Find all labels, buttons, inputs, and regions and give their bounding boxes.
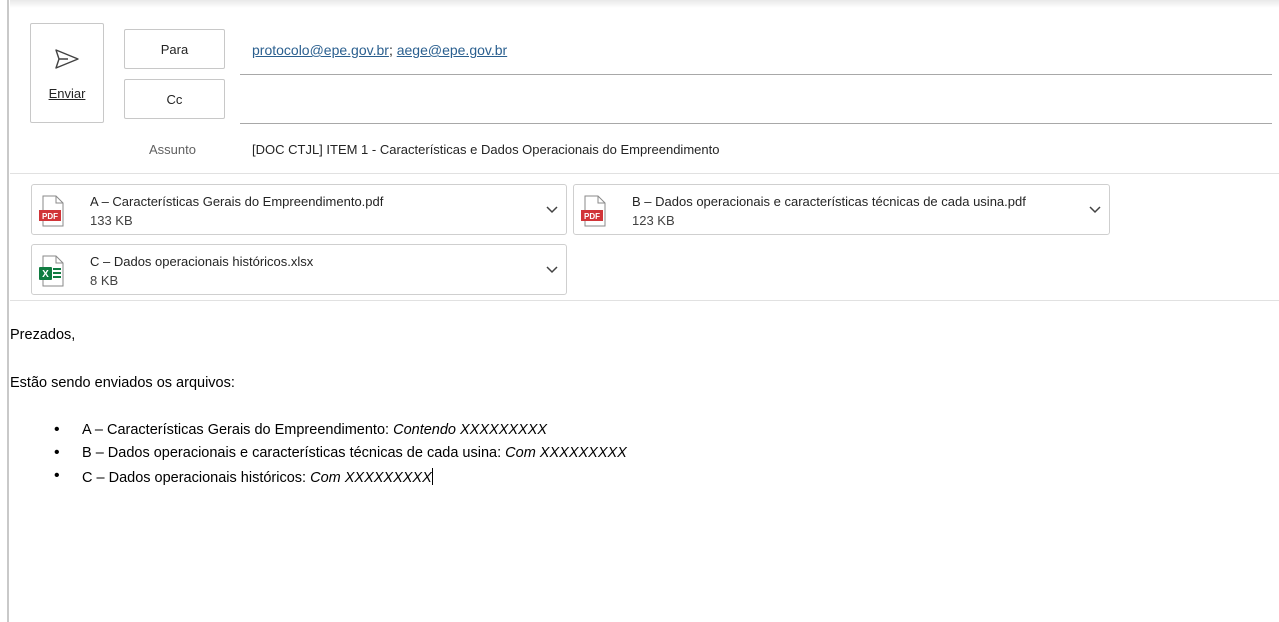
chevron-down-icon[interactable] — [545, 202, 559, 216]
list-item-detail: Contendo XXXXXXXXX — [393, 422, 548, 438]
svg-text:PDF: PDF — [584, 212, 600, 221]
list-item-label: A – Características Gerais do Empreendim… — [82, 422, 394, 438]
subject-label: Assunto — [149, 142, 196, 157]
svg-text:PDF: PDF — [42, 212, 58, 221]
send-label: Enviar — [49, 86, 86, 101]
svg-text:X: X — [42, 269, 49, 280]
divider — [10, 300, 1279, 301]
attachment-name: B – Dados operacionais e características… — [632, 194, 1026, 209]
divider — [10, 173, 1279, 174]
attachment-size: 133 KB — [90, 213, 133, 228]
pdf-file-icon: PDF — [581, 195, 606, 227]
pdf-file-icon: PDF — [39, 195, 64, 227]
attachment-card[interactable]: X C – Dados operacionais históricos.xlsx… — [31, 244, 567, 295]
to-button-label: Para — [160, 41, 189, 57]
cc-button-label: Cc — [166, 91, 183, 107]
send-button[interactable]: Enviar — [30, 23, 104, 123]
recipient-chip[interactable]: aege@epe.gov.br — [397, 42, 507, 58]
list-item: C – Dados operacionais históricos: Com X… — [54, 467, 627, 491]
body-file-list: A – Características Gerais do Empreendim… — [54, 421, 627, 491]
list-item-detail: Com XXXXXXXXX — [505, 445, 627, 461]
window-left-edge — [0, 0, 10, 622]
ribbon-shadow — [10, 0, 1279, 8]
excel-file-icon: X — [39, 255, 64, 287]
list-item: B – Dados operacionais e características… — [54, 444, 627, 468]
chevron-down-icon[interactable] — [545, 262, 559, 276]
recipient-separator: ; — [388, 42, 393, 58]
window-border — [7, 0, 9, 622]
text-cursor — [431, 468, 433, 485]
cc-field[interactable] — [240, 80, 1272, 124]
list-item-label: C – Dados operacionais históricos: — [82, 470, 311, 486]
send-label-text: Enviar — [48, 86, 86, 101]
attachment-name: C – Dados operacionais históricos.xlsx — [90, 254, 314, 269]
recipient-chip[interactable]: protocolo@epe.gov.br — [252, 42, 389, 58]
send-icon — [55, 49, 79, 69]
attachment-name: A – Características Gerais do Empreendim… — [90, 194, 384, 209]
attachment-size: 8 KB — [90, 273, 119, 288]
attachment-size: 123 KB — [632, 213, 675, 228]
attachment-card[interactable]: PDF B – Dados operacionais e característ… — [573, 184, 1110, 235]
cc-button[interactable]: Cc — [124, 79, 225, 119]
body-intro: Estão sendo enviados os arquivos: — [10, 375, 235, 391]
chevron-down-icon[interactable] — [1088, 202, 1102, 216]
list-item: A – Características Gerais do Empreendim… — [54, 421, 627, 445]
body-greeting: Prezados, — [10, 327, 76, 343]
subject-field[interactable]: [DOC CTJL] ITEM 1 - Características e Da… — [240, 135, 1272, 167]
list-item-label: B – Dados operacionais e características… — [82, 445, 506, 461]
to-button[interactable]: Para — [124, 29, 225, 69]
to-field[interactable]: protocolo@epe.gov.br; aege@epe.gov.br — [240, 38, 1272, 75]
list-item-detail: Com XXXXXXXXX — [310, 470, 432, 486]
attachment-card[interactable]: PDF A – Características Gerais do Empree… — [31, 184, 567, 235]
